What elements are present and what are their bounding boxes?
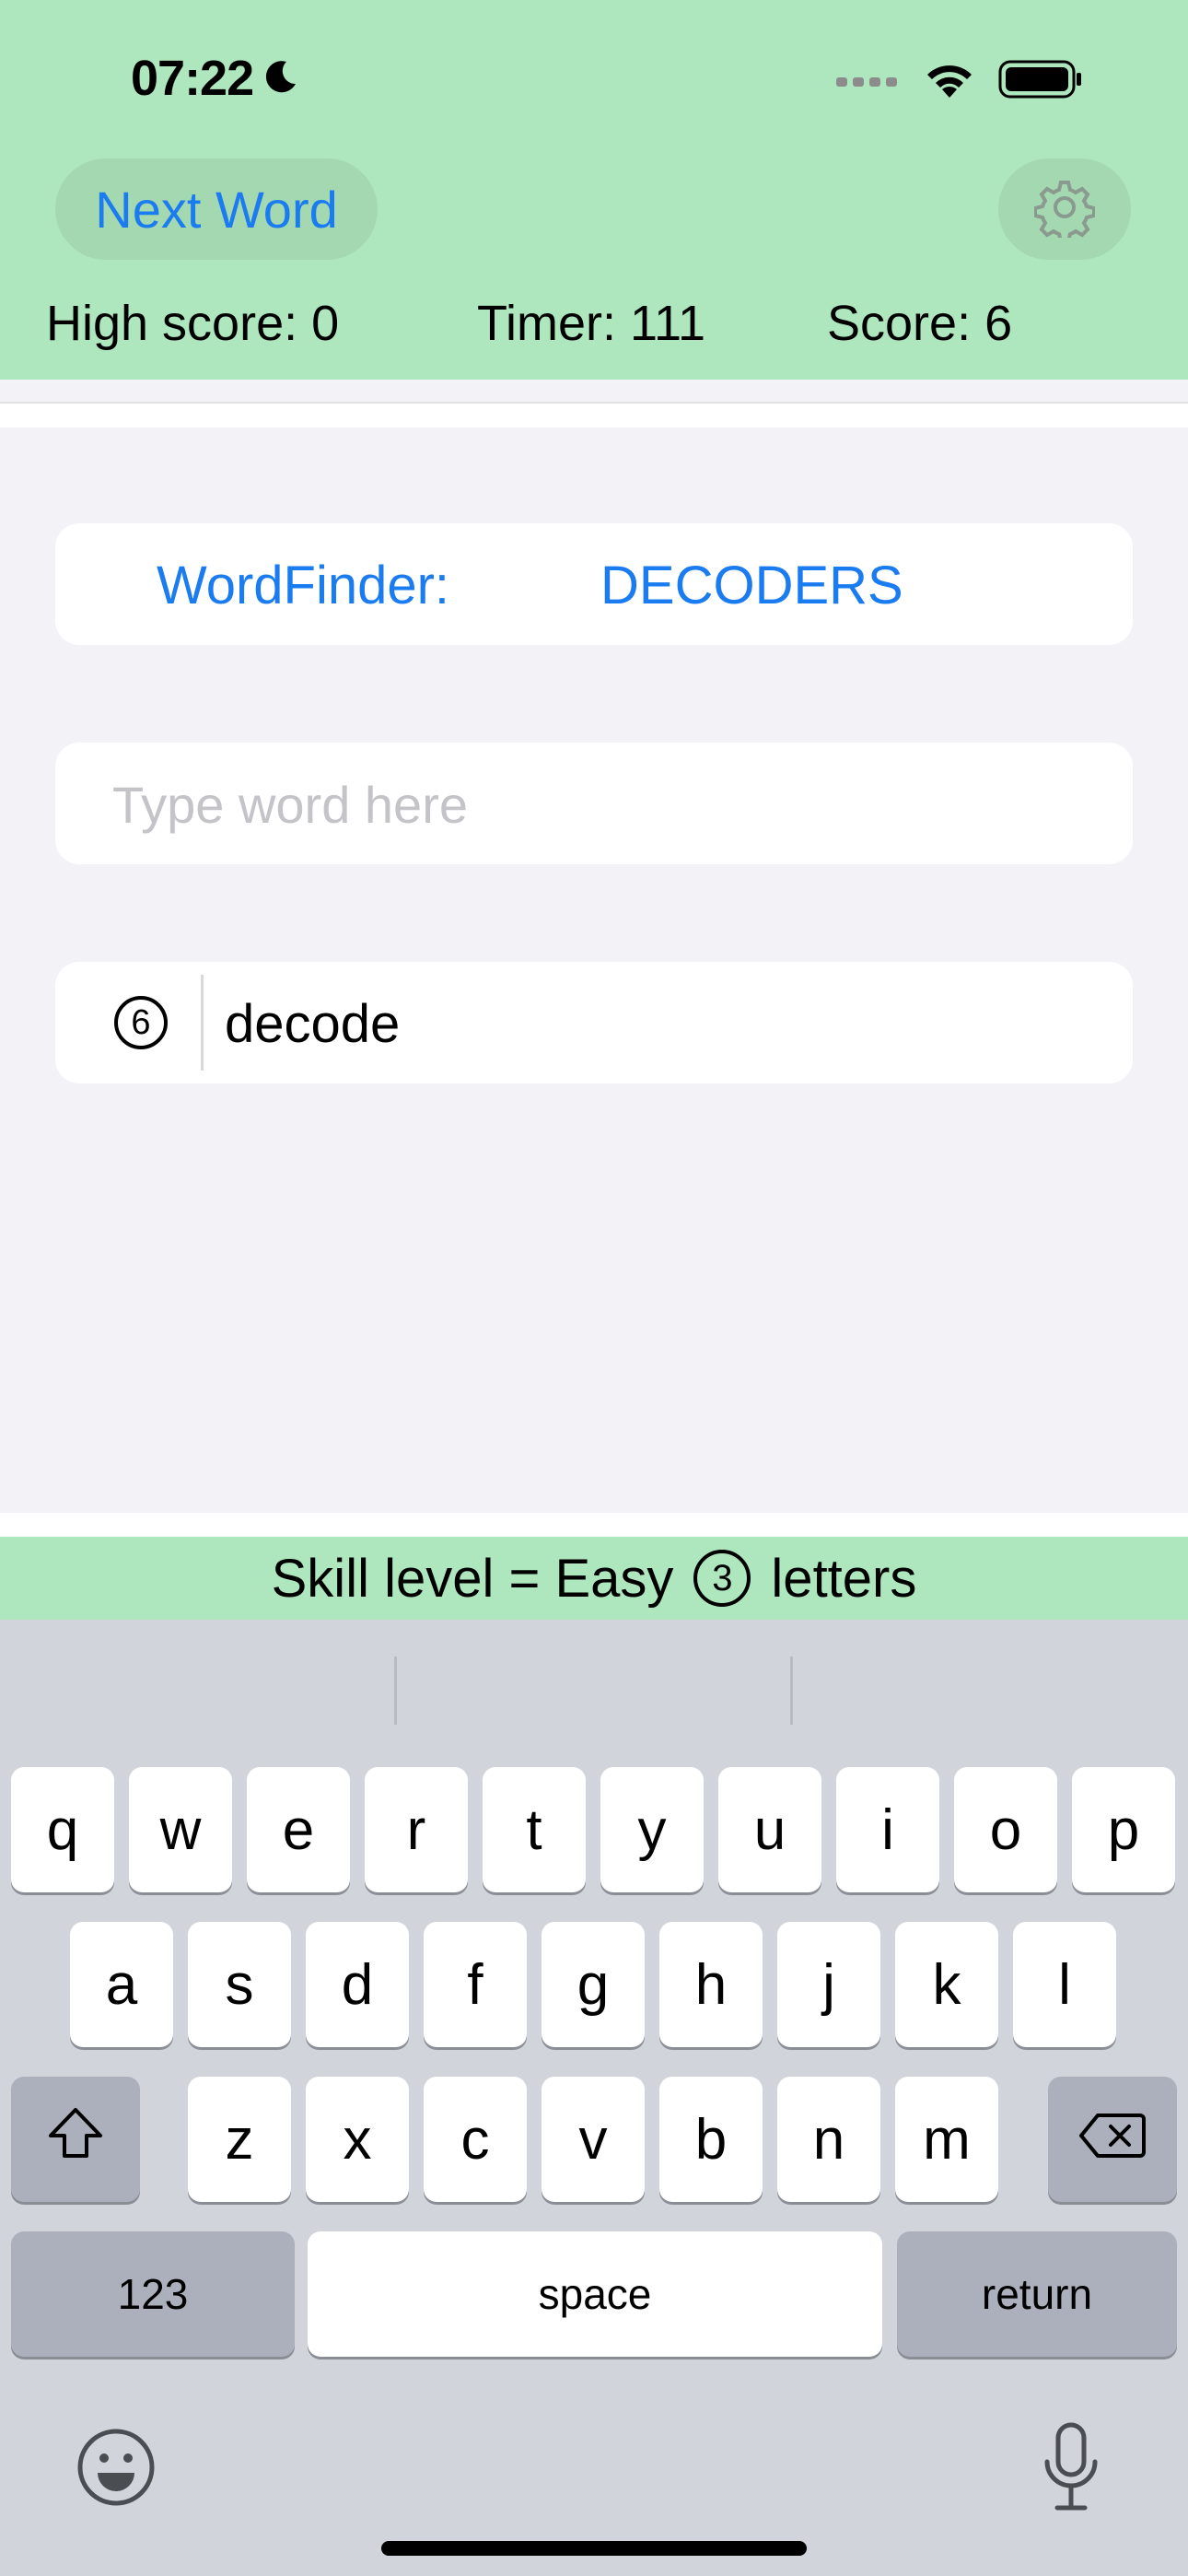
letters-count-badge: 3 [693,1550,751,1607]
time-text: 07:22 [131,51,254,106]
key-w[interactable]: w [129,1767,232,1892]
delete-icon [1079,2107,1146,2172]
emoji-button[interactable] [76,2427,157,2512]
header-divider [0,402,1188,427]
numbers-key[interactable]: 123 [11,2231,295,2357]
key-s[interactable]: s [188,1922,291,2047]
word-input-card [55,743,1133,866]
word-input[interactable] [111,743,1090,866]
delete-key[interactable] [1048,2077,1177,2202]
wordfinder-card: WordFinder: DECODERS [55,523,1133,645]
key-n[interactable]: n [777,2077,880,2202]
key-y[interactable]: y [600,1767,704,1892]
letters-text: letters [771,1548,917,1609]
battery-icon [998,59,1083,104]
status-icons [836,59,1083,104]
return-key[interactable]: return [897,2231,1177,2357]
key-f[interactable]: f [424,1922,527,2047]
key-q[interactable]: q [11,1767,114,1892]
score-label: Score: 6 [827,296,1013,351]
next-word-button[interactable]: Next Word [55,158,378,260]
moon-icon [262,50,299,107]
high-score-label: High score: 0 [46,296,340,351]
key-u[interactable]: u [718,1767,821,1892]
keyboard: q w e r t y u i o p a s d f g h j k l z … [0,1620,1188,2576]
key-x[interactable]: x [306,2077,409,2202]
key-p[interactable]: p [1072,1767,1175,1892]
key-j[interactable]: j [777,1922,880,2047]
key-m[interactable]: m [895,2077,998,2202]
microphone-icon [1041,2422,1101,2517]
suggestion-separator [790,1657,793,1725]
home-indicator[interactable] [381,2541,807,2556]
skill-level-bar: Skill level = Easy 3 letters [0,1537,1188,1620]
emoji-icon [76,2429,157,2512]
key-o[interactable]: o [954,1767,1057,1892]
key-d[interactable]: d [306,1922,409,2047]
wordfinder-label: WordFinder: [157,556,450,615]
skill-level-text: Skill level = Easy [271,1548,674,1609]
key-v[interactable]: v [542,2077,645,2202]
settings-button[interactable] [998,158,1131,260]
found-word-row: 6 decode [55,962,1133,1083]
shift-key[interactable] [11,2077,140,2202]
key-b[interactable]: b [659,2077,763,2202]
key-i[interactable]: i [836,1767,939,1892]
dictation-button[interactable] [1041,2421,1101,2518]
key-l[interactable]: l [1013,1922,1116,2047]
status-bar-time: 07:22 [131,50,299,107]
suggestion-separator [394,1657,397,1725]
key-c[interactable]: c [424,2077,527,2202]
key-g[interactable]: g [542,1922,645,2047]
key-k[interactable]: k [895,1922,998,2047]
timer-label: Timer: 111 [477,296,706,351]
key-h[interactable]: h [659,1922,763,2047]
found-word-text: decode [225,994,401,1054]
found-word-score-badge: 6 [114,996,168,1049]
shift-icon [47,2106,104,2173]
wifi-icon [923,59,976,104]
row-separator [201,975,204,1071]
skill-bar-spacer [0,1513,1188,1537]
space-key[interactable]: space [308,2231,882,2357]
gear-icon [1033,177,1096,243]
key-t[interactable]: t [483,1767,586,1892]
key-e[interactable]: e [247,1767,350,1892]
key-a[interactable]: a [70,1922,173,2047]
cellular-icon [836,70,901,93]
key-r[interactable]: r [365,1767,468,1892]
key-z[interactable]: z [188,2077,291,2202]
wordfinder-word: DECODERS [600,556,903,615]
